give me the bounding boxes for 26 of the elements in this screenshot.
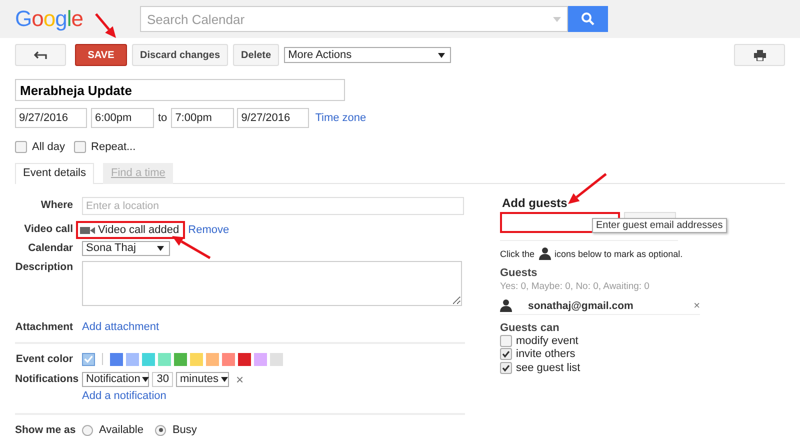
checkbox-label: All day xyxy=(32,141,66,153)
field-label: Calendar xyxy=(27,241,74,256)
to-label: to xyxy=(157,112,168,124)
section-title: Add guests xyxy=(502,196,568,210)
field-label: Where xyxy=(40,198,74,213)
checkbox-label: see guest list xyxy=(516,362,580,374)
checkbox-label: modify event xyxy=(516,334,578,347)
section-title: Guests xyxy=(500,267,538,279)
radio-label: Busy xyxy=(172,424,197,436)
checkbox-label: Repeat... xyxy=(91,141,136,153)
section-title: Guests can xyxy=(500,322,560,334)
hint-text: Click the xyxy=(500,248,535,258)
rsvp-summary: Yes: 0, Maybe: 0, No: 0, Awaiting: 0 xyxy=(500,281,650,292)
logo: Google xyxy=(15,6,84,32)
video-call-status: Video call added xyxy=(98,224,180,236)
field-label: Event color xyxy=(15,352,74,367)
field-label: Notifications xyxy=(15,372,80,387)
tooltip: Enter guest email addresses xyxy=(592,218,727,233)
checkbox-label: invite others xyxy=(516,348,576,360)
field-label: Description xyxy=(15,260,74,275)
hint-text: icons below to mark as optional. xyxy=(554,248,683,258)
guest-email: sonathaj@gmail.com xyxy=(528,300,634,312)
field-label: Video call xyxy=(23,222,74,237)
field-label: Attachment xyxy=(15,320,74,335)
field-label: Show me as xyxy=(15,423,77,436)
radio-label: Available xyxy=(99,424,144,436)
